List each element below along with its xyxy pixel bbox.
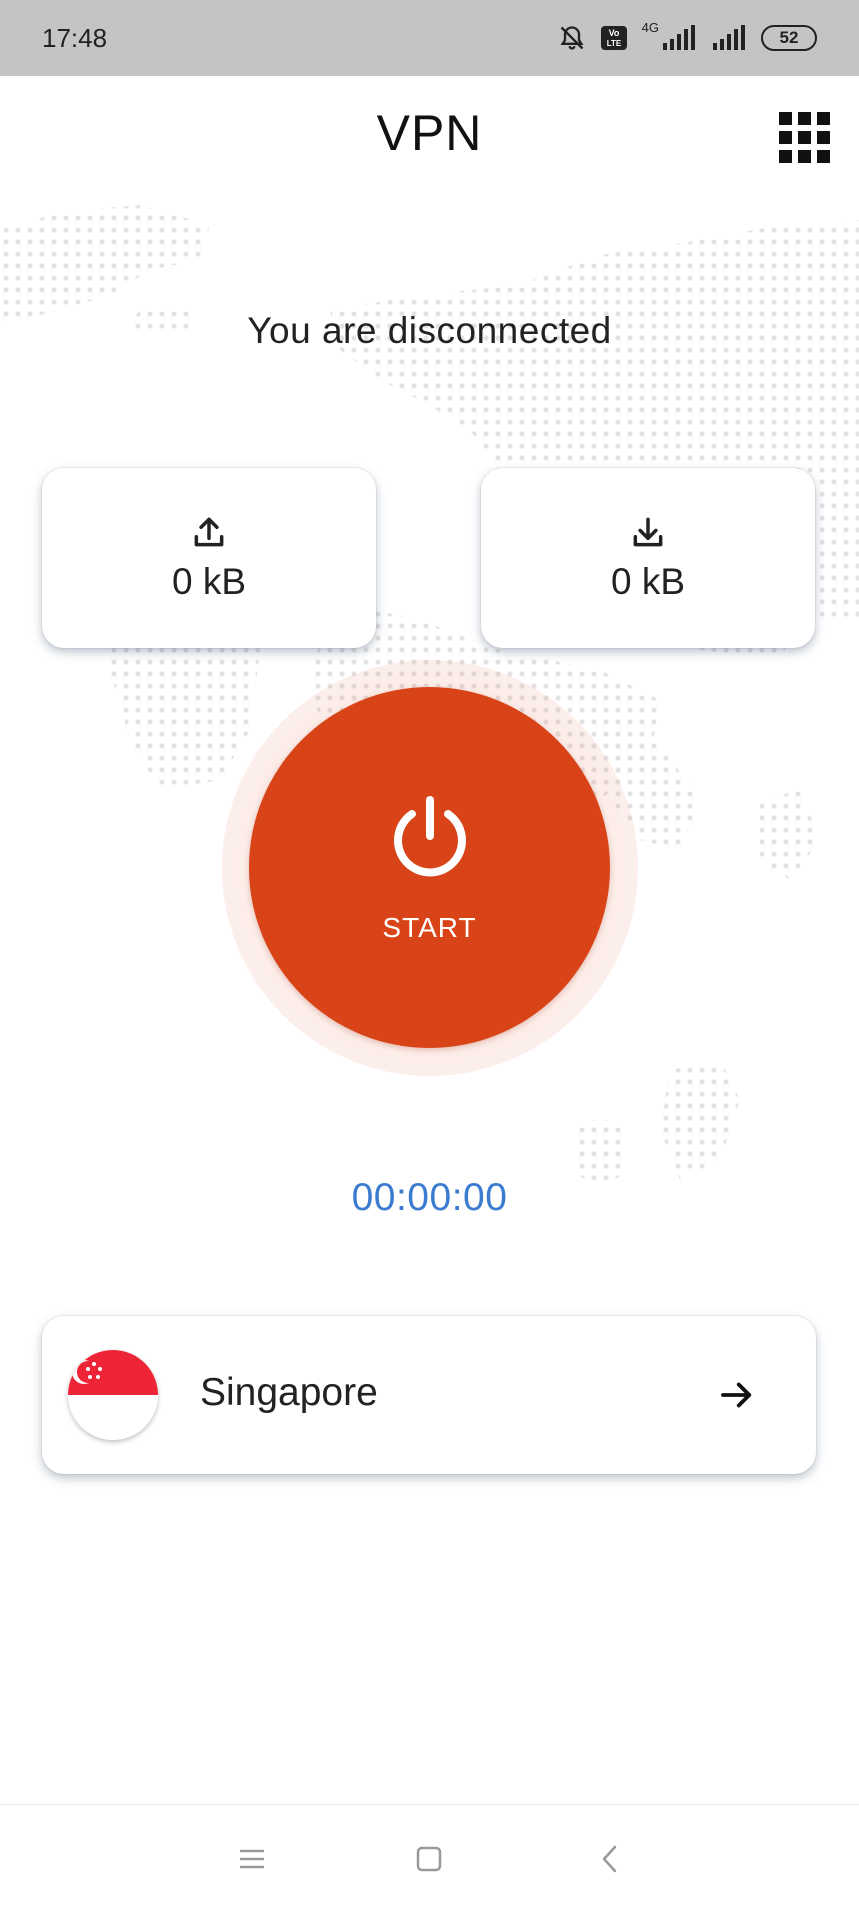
power-icon <box>393 795 466 876</box>
singapore-flag-icon <box>68 1350 158 1440</box>
grid-icon <box>779 112 792 125</box>
recent-apps-button[interactable] <box>230 1837 274 1881</box>
chevron-left-icon <box>602 1845 617 1873</box>
upload-card: 0 kB <box>42 468 376 648</box>
download-card: 0 kB <box>481 468 815 648</box>
back-button[interactable] <box>588 1837 632 1881</box>
signal-icon-2 <box>713 25 745 50</box>
connection-status-text: You are disconnected <box>247 310 612 351</box>
signal-icon <box>663 25 695 50</box>
download-icon <box>633 517 663 547</box>
download-value: 0 kB <box>610 561 686 602</box>
upload-value: 0 kB <box>171 561 247 602</box>
home-button[interactable] <box>407 1837 451 1881</box>
system-nav-bar <box>0 1805 859 1908</box>
server-name: Singapore <box>200 1371 378 1414</box>
menu-lines-icon <box>240 1849 264 1869</box>
grid-menu-button[interactable] <box>779 112 831 164</box>
start-button[interactable]: START <box>249 687 610 1048</box>
svg-text:LTE: LTE <box>606 39 621 48</box>
connection-timer: 00:00:00 <box>351 1176 508 1219</box>
battery-indicator: 52 <box>761 25 817 51</box>
app-header: VPN <box>0 76 859 200</box>
status-time: 17:48 <box>42 22 108 53</box>
svg-text:Vo: Vo <box>608 28 619 38</box>
status-bar: 17:48 Vo LTE 4G 52 <box>0 0 859 76</box>
square-icon <box>416 1846 442 1872</box>
volte-icon: Vo LTE <box>600 26 627 50</box>
upload-icon <box>194 517 224 547</box>
app-title: VPN <box>376 105 483 161</box>
status-icons: Vo LTE 4G 52 <box>558 20 817 52</box>
mute-bell-icon <box>560 26 584 50</box>
arrow-right-icon[interactable] <box>716 1374 758 1416</box>
server-select-card[interactable]: Singapore <box>42 1316 816 1474</box>
start-label: START <box>382 911 477 943</box>
network-type: 4G <box>641 20 659 35</box>
